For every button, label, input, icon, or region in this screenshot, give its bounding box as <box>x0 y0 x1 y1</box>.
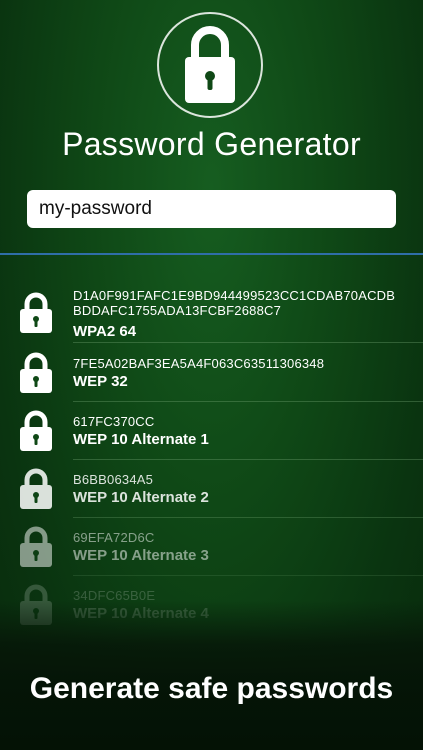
row-divider <box>73 342 423 343</box>
section-divider <box>0 253 423 255</box>
key-type-label: WPA2 64 <box>73 323 137 340</box>
list-item[interactable]: B6BB0634A5 WEP 10 Alternate 2 <box>0 460 423 518</box>
key-type-label: WEP 10 Alternate 3 <box>73 547 209 564</box>
lock-icon <box>20 352 52 393</box>
hash-value: 69EFA72D6C <box>73 530 155 545</box>
key-type-label: WEP 10 Alternate 1 <box>73 431 209 448</box>
password-input-container[interactable] <box>27 190 396 228</box>
hash-value: D1A0F991FAFC1E9BD944499523CC1CDAB70ACDB … <box>73 288 396 318</box>
list-item[interactable]: 617FC370CC WEP 10 Alternate 1 <box>0 402 423 460</box>
page-title: Password Generator <box>62 126 361 162</box>
hash-value: 7FE5A02BAF3EA5A4F063C63511306348 <box>73 356 325 371</box>
lock-icon <box>20 526 52 567</box>
lock-icon <box>20 410 52 451</box>
list-item[interactable]: D1A0F991FAFC1E9BD944499523CC1CDAB70ACDB … <box>0 284 423 343</box>
promo-tagline: Generate safe passwords <box>29 672 394 705</box>
list-item[interactable]: 7FE5A02BAF3EA5A4F063C63511306348 WEP 32 <box>0 344 423 402</box>
hash-value: B6BB0634A5 <box>73 472 154 487</box>
hash-value: 617FC370CC <box>73 414 155 429</box>
key-type-label: WEP 32 <box>73 373 128 390</box>
results-list: D1A0F991FAFC1E9BD944499523CC1CDAB70ACDB … <box>0 284 423 634</box>
logo-badge <box>157 12 263 118</box>
lock-icon <box>20 468 52 509</box>
lock-icon <box>20 292 52 333</box>
key-type-label: WEP 10 Alternate 2 <box>73 489 209 506</box>
list-item[interactable]: 69EFA72D6C WEP 10 Alternate 3 <box>0 518 423 576</box>
password-input[interactable] <box>37 197 386 221</box>
padlock-icon <box>185 26 235 103</box>
